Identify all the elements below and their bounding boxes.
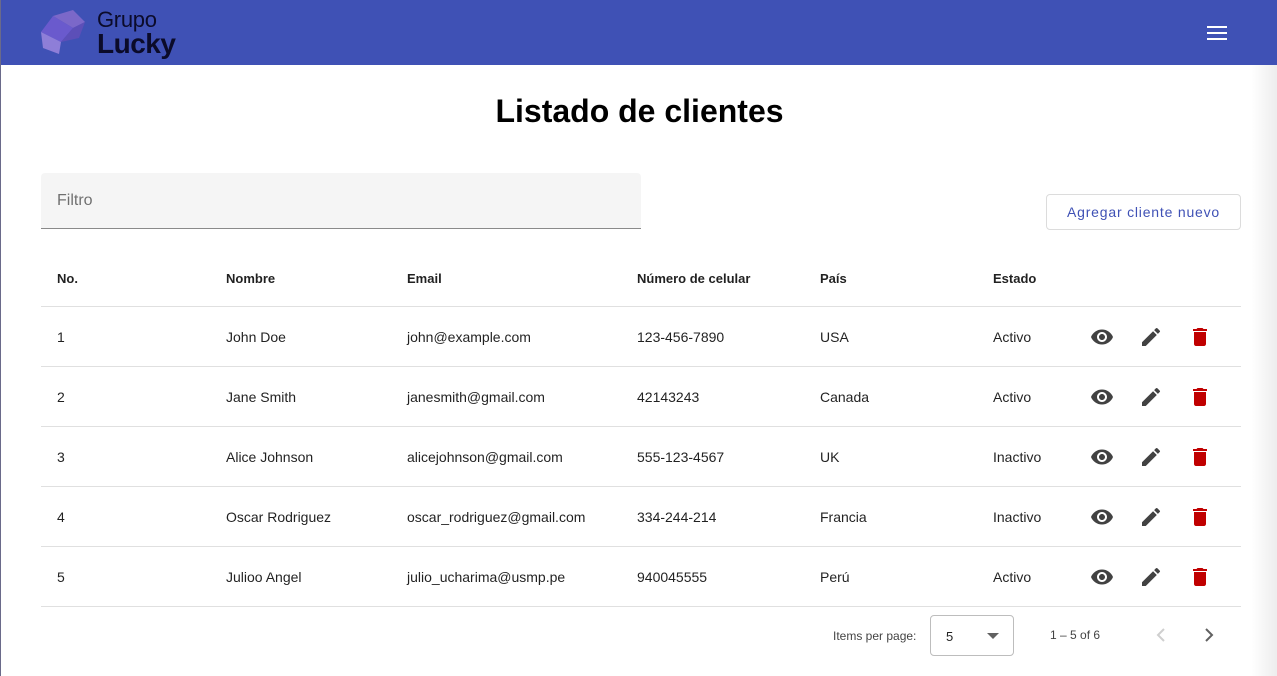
table-row: 1 John Doe john@example.com 123-456-7890… bbox=[41, 307, 1241, 367]
column-header-status[interactable]: Estado bbox=[993, 250, 1036, 306]
view-button[interactable] bbox=[1082, 547, 1122, 606]
cell-name: Alice Johnson bbox=[226, 448, 314, 465]
page-range-label: 1 – 5 of 6 bbox=[1050, 628, 1101, 642]
trash-icon bbox=[1193, 447, 1207, 466]
column-header-name[interactable]: Nombre bbox=[226, 250, 275, 306]
clients-table: No. Nombre Email Número de celular País … bbox=[41, 250, 1241, 607]
cell-number: 1 bbox=[57, 328, 65, 345]
delete-button[interactable] bbox=[1180, 367, 1220, 426]
trash-icon bbox=[1193, 327, 1207, 346]
cell-name: Oscar Rodriguez bbox=[226, 508, 332, 525]
hamburger-menu-icon bbox=[1207, 26, 1227, 40]
cell-country: UK bbox=[820, 448, 840, 465]
company-logo[interactable]: Grupo Lucky bbox=[39, 6, 189, 60]
delete-button[interactable] bbox=[1180, 547, 1220, 606]
eye-icon bbox=[1091, 449, 1113, 464]
edit-button[interactable] bbox=[1131, 367, 1171, 426]
column-header-country[interactable]: País bbox=[820, 250, 847, 306]
chevron-right-icon bbox=[1205, 628, 1214, 642]
cell-number: 5 bbox=[57, 568, 65, 585]
trash-icon bbox=[1193, 507, 1207, 526]
eye-icon bbox=[1091, 569, 1113, 584]
view-button[interactable] bbox=[1082, 487, 1122, 546]
pencil-icon bbox=[1142, 507, 1161, 526]
add-client-button[interactable]: Agregar cliente nuevo bbox=[1046, 194, 1241, 230]
cell-phone: 123-456-7890 bbox=[637, 328, 725, 345]
trash-icon bbox=[1193, 387, 1207, 406]
delete-button[interactable] bbox=[1180, 487, 1220, 546]
menu-button[interactable] bbox=[1197, 13, 1237, 53]
edit-button[interactable] bbox=[1131, 427, 1171, 486]
cell-phone: 940045555 bbox=[637, 568, 708, 585]
cell-email: alicejohnson@gmail.com bbox=[407, 448, 563, 465]
pencil-icon bbox=[1142, 447, 1161, 466]
cell-name: John Doe bbox=[226, 328, 286, 345]
logo-mark-icon bbox=[41, 10, 85, 54]
cell-email: julio_ucharima@usmp.pe bbox=[407, 568, 566, 585]
column-header-number[interactable]: No. bbox=[57, 250, 78, 306]
eye-icon bbox=[1091, 389, 1113, 404]
paginator: Items per page: 5 1 – 5 of 6 bbox=[1, 612, 1277, 658]
next-page-button[interactable] bbox=[1193, 619, 1225, 651]
cell-country: Francia bbox=[820, 508, 867, 525]
edit-button[interactable] bbox=[1131, 487, 1171, 546]
top-toolbar: Grupo Lucky bbox=[1, 0, 1277, 65]
cell-country: Perú bbox=[820, 568, 850, 585]
cell-status: Inactivo bbox=[993, 508, 1042, 525]
page-size-select[interactable]: 5 bbox=[930, 615, 1014, 656]
page-size-value: 5 bbox=[946, 629, 954, 644]
pencil-icon bbox=[1142, 387, 1161, 406]
cell-status: Activo bbox=[993, 388, 1032, 405]
column-header-phone[interactable]: Número de celular bbox=[637, 250, 750, 306]
cell-phone: 334-244-214 bbox=[637, 508, 717, 525]
eye-icon bbox=[1091, 329, 1113, 344]
cell-email: oscar_rodriguez@gmail.com bbox=[407, 508, 586, 525]
eye-icon bbox=[1091, 509, 1113, 524]
app-window: Grupo Lucky Listado de clientes Agregar … bbox=[0, 0, 1277, 676]
table-row: 2 Jane Smith janesmith@gmail.com 4214324… bbox=[41, 367, 1241, 427]
table-header-row: No. Nombre Email Número de celular País … bbox=[41, 250, 1241, 307]
cell-status: Inactivo bbox=[993, 448, 1042, 465]
delete-button[interactable] bbox=[1180, 427, 1220, 486]
edit-button[interactable] bbox=[1131, 307, 1171, 366]
delete-button[interactable] bbox=[1180, 307, 1220, 366]
cell-number: 2 bbox=[57, 388, 65, 405]
view-button[interactable] bbox=[1082, 307, 1122, 366]
trash-icon bbox=[1193, 567, 1207, 586]
cell-phone: 555-123-4567 bbox=[637, 448, 725, 465]
pencil-icon bbox=[1142, 567, 1161, 586]
column-header-email[interactable]: Email bbox=[407, 250, 442, 306]
filter-input[interactable] bbox=[41, 173, 641, 228]
table-row: 4 Oscar Rodriguez oscar_rodriguez@gmail.… bbox=[41, 487, 1241, 547]
cell-country: USA bbox=[820, 328, 849, 345]
cell-phone: 42143243 bbox=[637, 388, 700, 405]
table-row: 3 Alice Johnson alicejohnson@gmail.com 5… bbox=[41, 427, 1241, 487]
cell-status: Activo bbox=[993, 328, 1032, 345]
page-title: Listado de clientes bbox=[495, 93, 784, 129]
cell-number: 4 bbox=[57, 508, 65, 525]
view-button[interactable] bbox=[1082, 367, 1122, 426]
items-per-page-label: Items per page: bbox=[833, 629, 917, 643]
dropdown-arrow-icon bbox=[987, 633, 999, 639]
filter-field[interactable] bbox=[41, 173, 641, 229]
edit-button[interactable] bbox=[1131, 547, 1171, 606]
previous-page-button[interactable] bbox=[1145, 619, 1177, 651]
cell-number: 3 bbox=[57, 448, 65, 465]
table-row: 5 Julioo Angel julio_ucharima@usmp.pe 94… bbox=[41, 547, 1241, 607]
cell-name: Julioo Angel bbox=[226, 568, 302, 585]
cell-name: Jane Smith bbox=[226, 388, 297, 405]
view-button[interactable] bbox=[1082, 427, 1122, 486]
cell-email: john@example.com bbox=[407, 328, 531, 345]
cell-email: janesmith@gmail.com bbox=[407, 388, 545, 405]
chevron-left-icon bbox=[1156, 628, 1165, 642]
cell-country: Canada bbox=[820, 388, 870, 405]
pencil-icon bbox=[1142, 327, 1161, 346]
logo-text-lucky: Lucky bbox=[97, 28, 176, 59]
side-shadow bbox=[1251, 65, 1277, 676]
cell-status: Activo bbox=[993, 568, 1032, 585]
